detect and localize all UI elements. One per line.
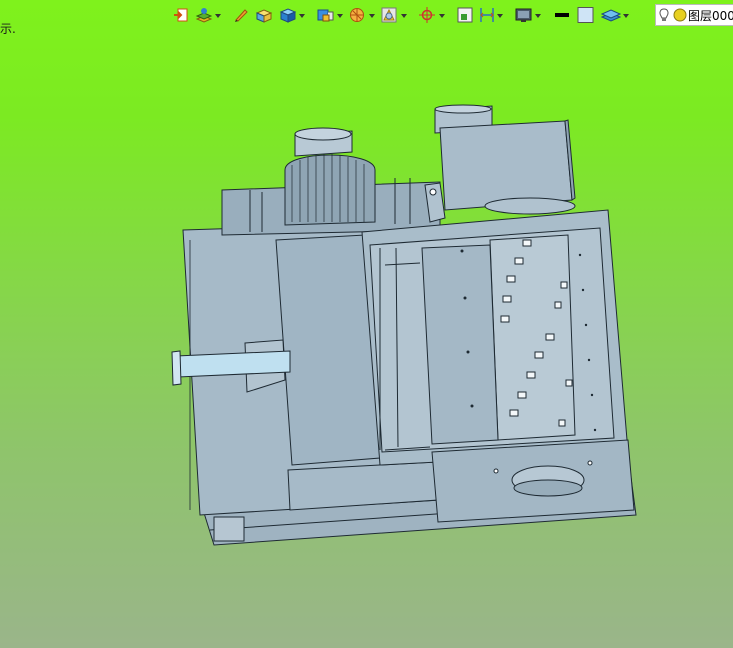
crusher-machine-model [171, 104, 637, 546]
model-viewport[interactable] [0, 0, 733, 648]
